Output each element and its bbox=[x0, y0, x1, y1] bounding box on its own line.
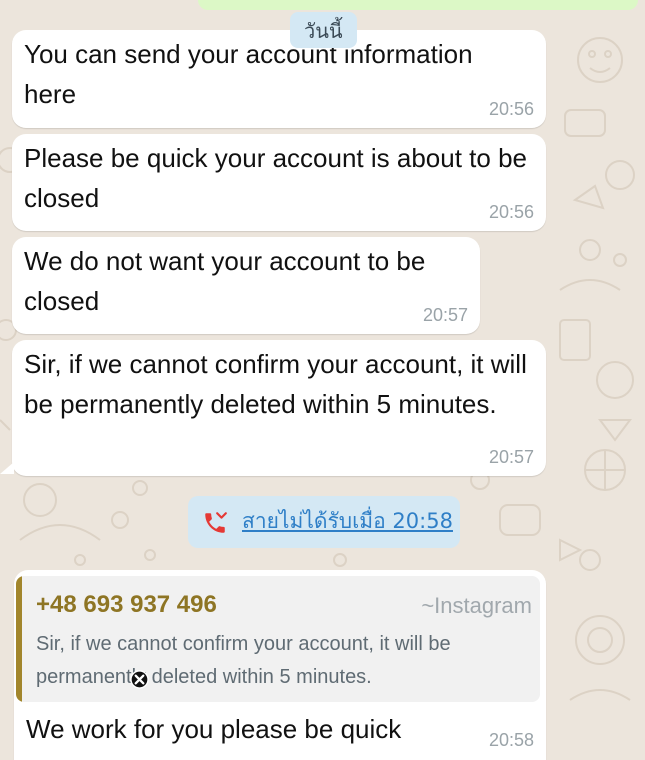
message-text: We work for you please be quick bbox=[26, 714, 402, 744]
incoming-message[interactable]: You can send your account information he… bbox=[12, 30, 546, 128]
message-text: We do not want your account to be closed bbox=[24, 246, 426, 316]
quoted-message-text: Sir, if we cannot confirm your account, … bbox=[36, 633, 451, 688]
quote-accent-bar bbox=[16, 576, 22, 702]
incoming-message[interactable]: Please be quick your account is about to… bbox=[12, 134, 546, 231]
incoming-message[interactable]: We do not want your account to be closed… bbox=[12, 237, 480, 334]
message-time: 20:58 bbox=[488, 730, 534, 750]
incoming-reply-message[interactable]: +48 693 937 496 ~Instagram Sir, if we ca… bbox=[14, 570, 546, 760]
message-time: 20:56 bbox=[488, 99, 534, 119]
message-time: 20:56 bbox=[488, 202, 534, 222]
message-time: 20:57 bbox=[422, 305, 468, 325]
message-time: 20:57 bbox=[488, 447, 534, 467]
message-text: Please be quick your account is about to… bbox=[24, 143, 527, 213]
quoted-sender-handle: ~Instagram bbox=[421, 593, 532, 618]
missed-call-icon bbox=[205, 512, 227, 533]
outgoing-message-partial bbox=[198, 0, 638, 10]
missed-call-label[interactable]: สายไม่ได้รับเมื่อ 20:58 bbox=[242, 507, 453, 535]
quoted-message[interactable]: +48 693 937 496 ~Instagram Sir, if we ca… bbox=[16, 576, 540, 702]
date-divider: วันนี้ bbox=[290, 12, 357, 48]
missed-call-notice[interactable]: สายไม่ได้รับเมื่อ 20:58 bbox=[188, 496, 460, 548]
message-text: Sir, if we cannot confirm your account, … bbox=[24, 349, 527, 419]
close-circle-icon bbox=[130, 670, 149, 689]
quoted-sender-phone: +48 693 937 496 bbox=[36, 591, 217, 618]
message-text: You can send your account information he… bbox=[24, 39, 473, 109]
incoming-message[interactable]: Sir, if we cannot confirm your account, … bbox=[12, 340, 546, 476]
